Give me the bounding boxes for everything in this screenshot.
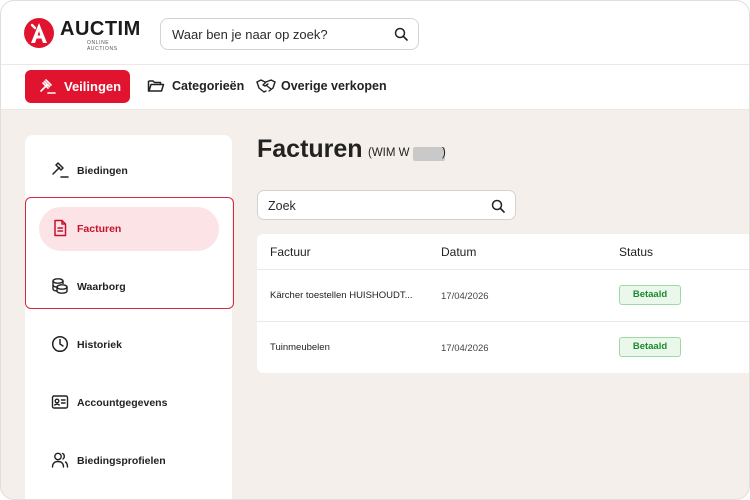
table-divider xyxy=(257,269,749,270)
top-header: AUCTIM ONLINE AUCTIONS Waar ben je naar … xyxy=(1,1,749,65)
sidebar-item-facturen[interactable]: Facturen xyxy=(39,207,219,251)
column-header-status[interactable]: Status xyxy=(619,245,653,259)
page-title: Facturen xyxy=(257,135,363,163)
invoice-date: 17/04/2026 xyxy=(441,343,489,354)
users-icon xyxy=(51,451,69,474)
invoice-search-input[interactable]: Zoek xyxy=(257,190,516,220)
gavel-icon xyxy=(39,78,56,100)
account-sidebar: Biedingen Facturen Waarborg Historiek Ac… xyxy=(25,135,234,499)
search-icon[interactable] xyxy=(491,199,505,218)
sidebar-item-label: Historiek xyxy=(77,339,122,351)
invoice-icon xyxy=(51,219,69,242)
status-badge: Betaald xyxy=(619,285,681,305)
logo-mark-icon xyxy=(24,18,54,48)
status-badge: Betaald xyxy=(619,337,681,357)
column-header-factuur[interactable]: Factuur xyxy=(270,245,311,259)
redacted-name-block xyxy=(413,147,445,161)
invoice-search-placeholder: Zoek xyxy=(268,199,296,213)
folder-icon xyxy=(147,78,165,96)
invoice-name[interactable]: Kärcher toestellen HUISHOUDT... xyxy=(270,290,413,301)
sidebar-item-label: Facturen xyxy=(77,223,122,235)
sidebar-item-historiek[interactable]: Historiek xyxy=(39,323,219,367)
handshake-icon xyxy=(256,78,276,96)
invoice-date: 17/04/2026 xyxy=(441,291,489,302)
app-window: AUCTIM ONLINE AUCTIONS Waar ben je naar … xyxy=(0,0,750,500)
auctim-logo[interactable]: AUCTIM ONLINE AUCTIONS xyxy=(23,17,141,52)
gavel-icon xyxy=(51,161,69,184)
sidebar-item-biedingen[interactable]: Biedingen xyxy=(39,149,219,193)
sidebar-item-label: Biedingsprofielen xyxy=(77,455,166,467)
nav-item-label: Overige verkopen xyxy=(281,79,387,93)
account-name-subtitle: (WIM W xyxy=(368,147,410,159)
sidebar-item-biedingsprofielen[interactable]: Biedingsprofielen xyxy=(39,439,219,483)
sidebar-item-waarborg[interactable]: Waarborg xyxy=(39,265,219,309)
invoice-name[interactable]: Tuinmeubelen xyxy=(270,342,330,353)
coins-icon xyxy=(51,277,69,300)
global-search-placeholder: Waar ben je naar op zoek? xyxy=(172,27,328,42)
veilingen-label: Veilingen xyxy=(64,79,122,94)
column-header-datum[interactable]: Datum xyxy=(441,245,476,259)
global-search-input[interactable]: Waar ben je naar op zoek? xyxy=(160,18,419,50)
main-navigation: Veilingen Categorieën Overige verkopen xyxy=(1,65,749,110)
clock-icon xyxy=(51,335,69,358)
brand-tagline: ONLINE AUCTIONS xyxy=(87,40,118,52)
sidebar-item-label: Accountgegevens xyxy=(77,397,168,409)
table-divider xyxy=(257,321,749,322)
sidebar-item-label: Biedingen xyxy=(77,165,128,177)
account-name-subtitle-close: ) xyxy=(442,147,446,159)
search-icon[interactable] xyxy=(394,27,408,46)
invoices-table: Factuur Datum Status Kärcher toestellen … xyxy=(257,234,749,373)
nav-item-label: Categorieën xyxy=(172,79,245,93)
veilingen-button[interactable]: Veilingen xyxy=(25,70,130,103)
sidebar-item-label: Waarborg xyxy=(77,281,126,293)
id-card-icon xyxy=(51,393,69,416)
brand-name: AUCTIM xyxy=(60,18,141,40)
sidebar-item-accountgegevens[interactable]: Accountgegevens xyxy=(39,381,219,425)
